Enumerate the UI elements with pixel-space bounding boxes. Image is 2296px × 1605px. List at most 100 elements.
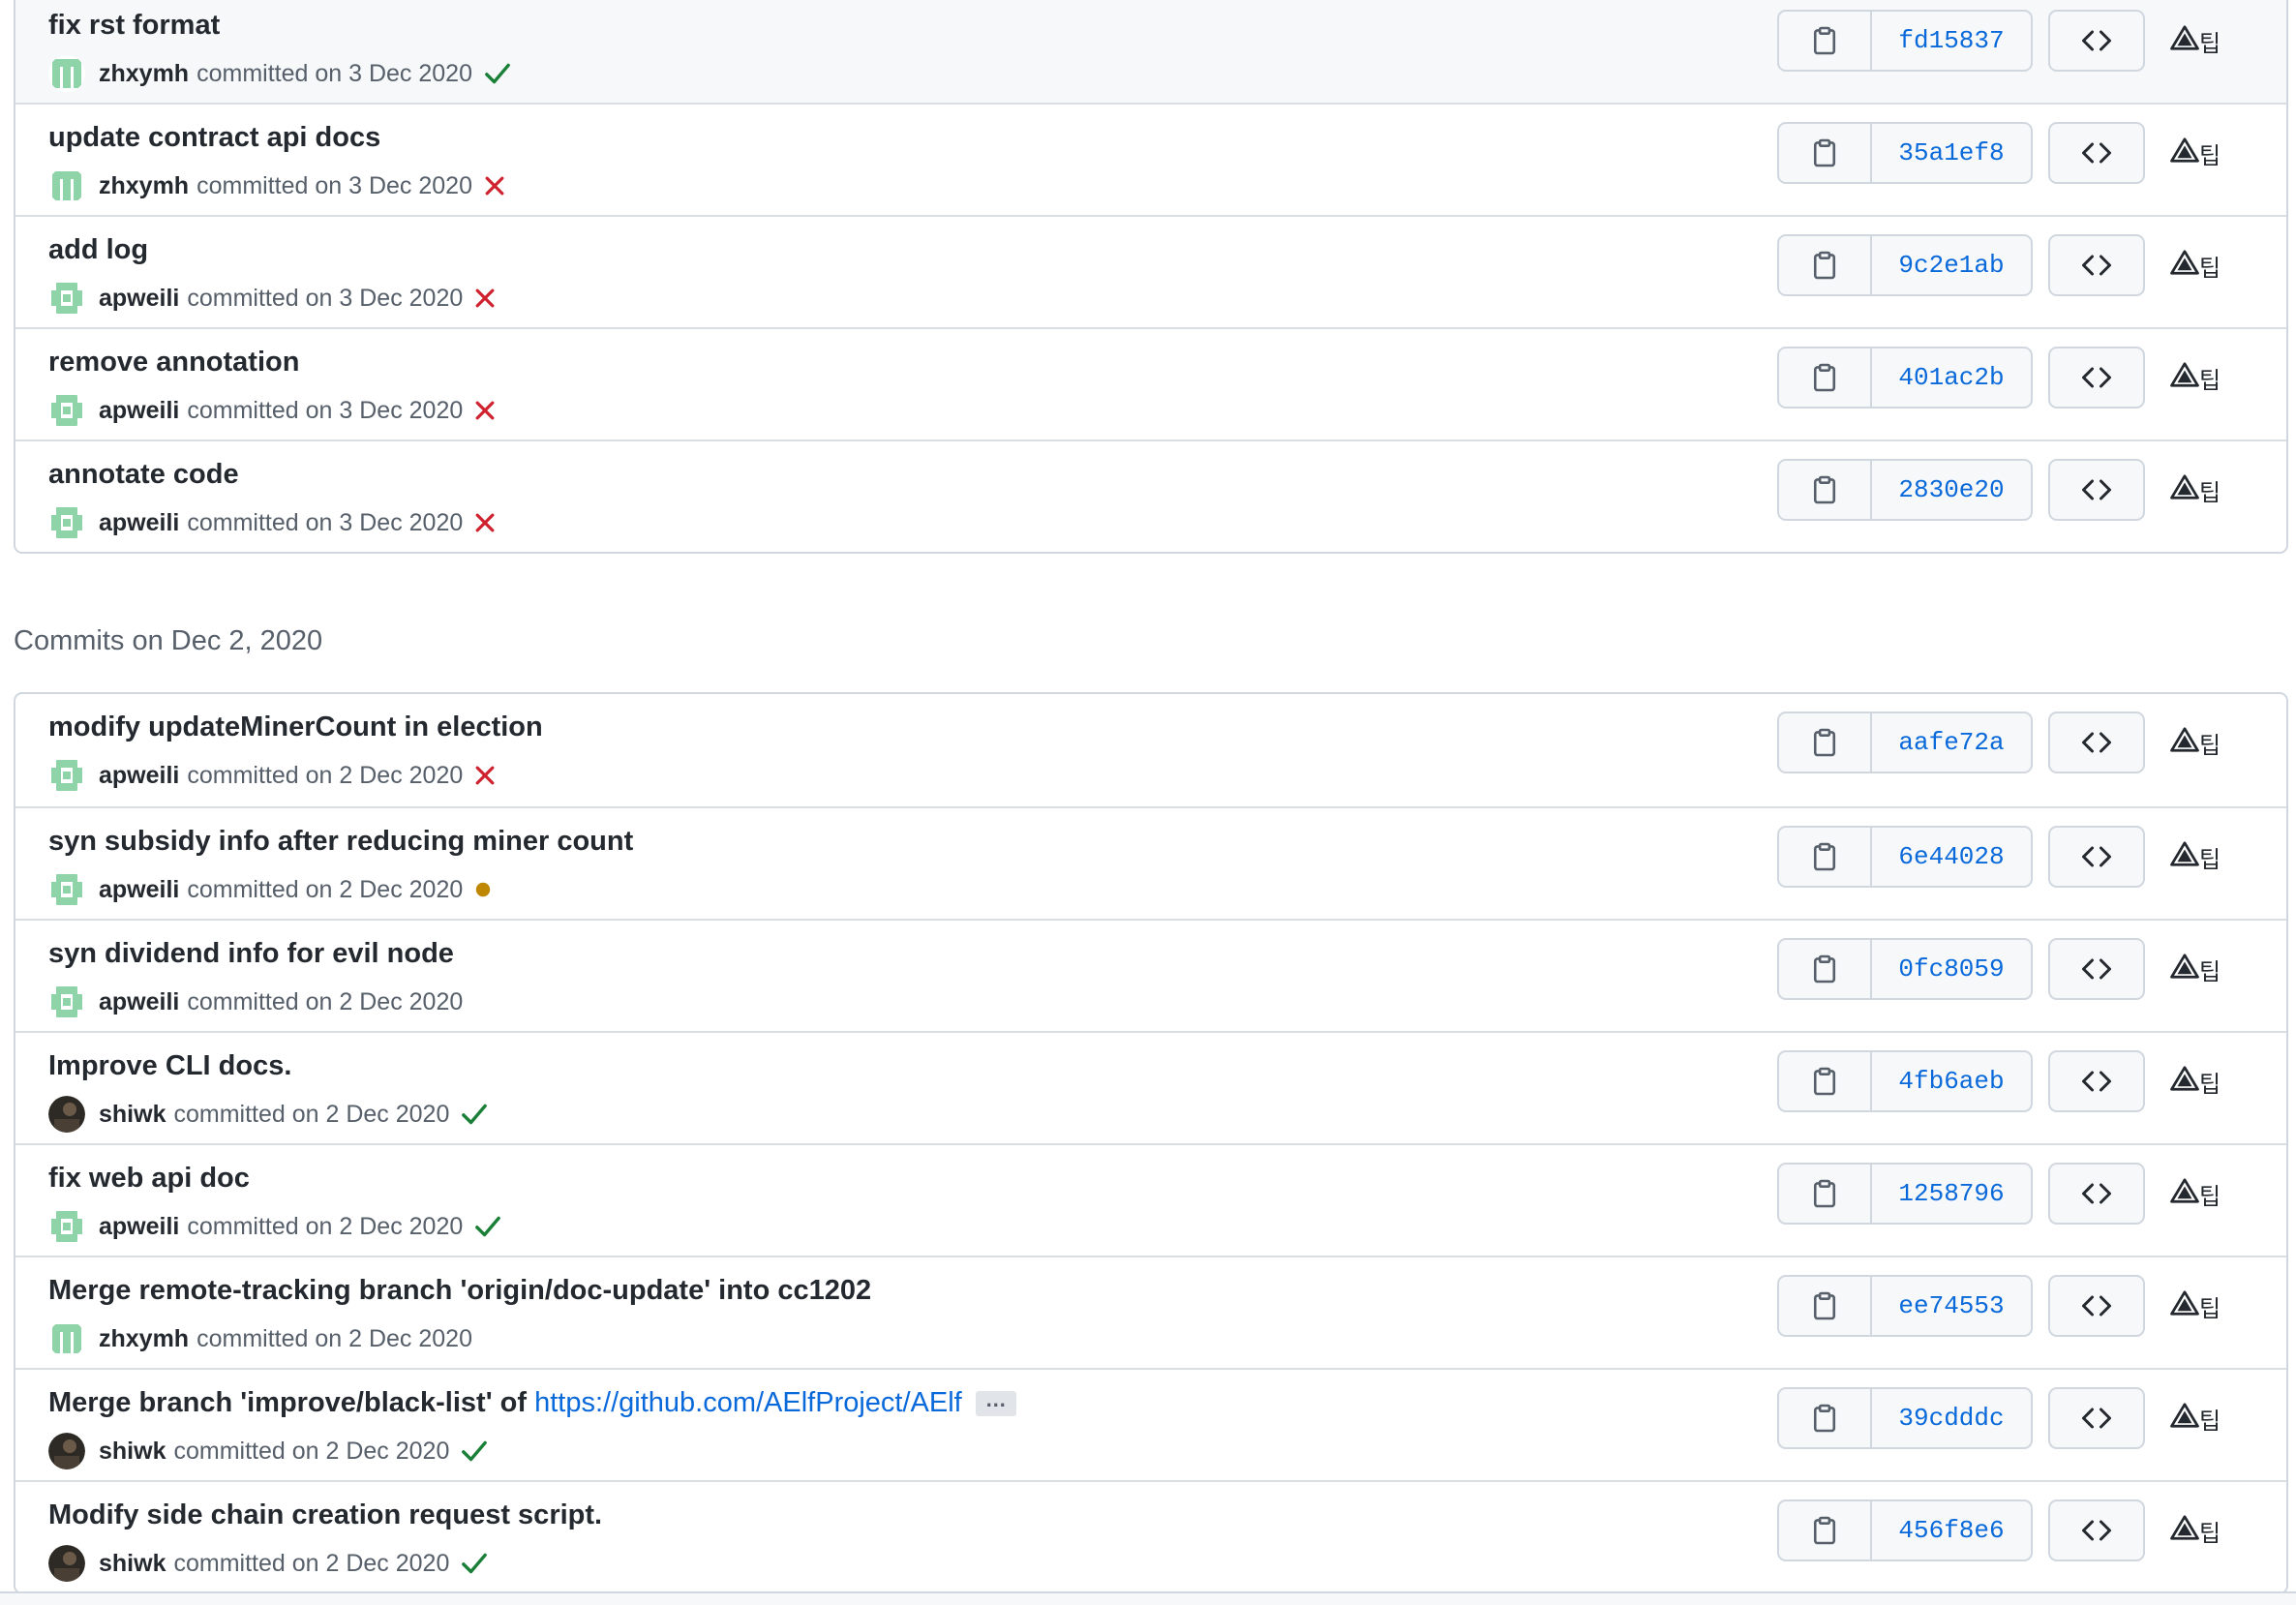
dot-icon[interactable] [474, 881, 492, 898]
check-icon[interactable] [484, 62, 511, 85]
extension-button[interactable]: 팁 [2157, 1163, 2234, 1225]
extension-button[interactable]: 팁 [2157, 1275, 2234, 1337]
x-icon[interactable] [474, 288, 496, 309]
avatar[interactable] [48, 757, 85, 794]
x-icon[interactable] [474, 765, 496, 786]
commit-message-link[interactable]: modify updateMinerCount in election [48, 712, 543, 742]
commit-sha-button[interactable]: 9c2e1ab [1872, 236, 2031, 294]
clipboard-icon[interactable] [1779, 828, 1872, 886]
commit-author[interactable]: zhxymh [99, 172, 189, 200]
clipboard-icon[interactable] [1779, 1277, 1872, 1335]
clipboard-icon[interactable] [1779, 12, 1872, 70]
code-icon[interactable] [2048, 1387, 2145, 1449]
issue-link[interactable]: https://github.com/AElfProject/AElf [534, 1387, 962, 1418]
avatar[interactable] [48, 984, 85, 1020]
commit-message-link[interactable]: syn dividend info for evil node [48, 938, 454, 969]
avatar[interactable] [48, 55, 85, 92]
x-icon[interactable] [484, 175, 505, 197]
extension-button[interactable]: 팁 [2157, 1387, 2234, 1449]
clipboard-icon[interactable] [1779, 940, 1872, 998]
expand-message-button[interactable]: … [975, 1389, 1016, 1417]
extension-button[interactable]: 팁 [2157, 347, 2234, 409]
code-icon[interactable] [2048, 712, 2145, 773]
commit-sha-button[interactable]: 456f8e6 [1872, 1501, 2031, 1560]
check-icon[interactable] [474, 1215, 501, 1238]
commit-author[interactable]: shiwk [99, 1550, 166, 1578]
avatar[interactable] [48, 1096, 85, 1133]
commit-sha-button[interactable]: 401ac2b [1872, 348, 2031, 407]
commit-author[interactable]: apweili [99, 762, 179, 790]
commit-message-link[interactable]: Merge remote-tracking branch 'origin/doc… [48, 1275, 871, 1306]
commit-author[interactable]: apweili [99, 509, 179, 537]
commit-sha-button[interactable]: fd15837 [1872, 12, 2031, 70]
clipboard-icon[interactable] [1779, 1052, 1872, 1110]
code-icon[interactable] [2048, 938, 2145, 1000]
extension-button[interactable]: 팁 [2157, 459, 2234, 521]
check-icon[interactable] [461, 1552, 488, 1575]
check-icon[interactable] [461, 1439, 488, 1463]
avatar[interactable] [48, 871, 85, 908]
commit-author[interactable]: apweili [99, 876, 179, 904]
x-icon[interactable] [474, 512, 496, 533]
code-icon[interactable] [2048, 1163, 2145, 1225]
commit-author[interactable]: shiwk [99, 1438, 166, 1466]
commit-sha-button[interactable]: 2830e20 [1872, 461, 2031, 519]
commit-sha-button[interactable]: aafe72a [1872, 713, 2031, 772]
commit-message-link[interactable]: Improve CLI docs. [48, 1050, 291, 1081]
check-icon[interactable] [461, 1103, 488, 1126]
commit-sha-button[interactable]: 6e44028 [1872, 828, 2031, 886]
commit-author[interactable]: apweili [99, 988, 179, 1016]
clipboard-icon[interactable] [1779, 713, 1872, 772]
extension-button[interactable]: 팁 [2157, 1499, 2234, 1561]
extension-button[interactable]: 팁 [2157, 826, 2234, 888]
clipboard-icon[interactable] [1779, 124, 1872, 182]
code-icon[interactable] [2048, 10, 2145, 72]
clipboard-icon[interactable] [1779, 461, 1872, 519]
commit-sha-button[interactable]: 35a1ef8 [1872, 124, 2031, 182]
avatar[interactable] [48, 280, 85, 317]
clipboard-icon[interactable] [1779, 1389, 1872, 1447]
avatar[interactable] [48, 1545, 85, 1582]
commit-message-link[interactable]: annotate code [48, 459, 239, 490]
code-icon[interactable] [2048, 1050, 2145, 1112]
clipboard-icon[interactable] [1779, 348, 1872, 407]
code-icon[interactable] [2048, 122, 2145, 184]
commit-sha-button[interactable]: 4fb6aeb [1872, 1052, 2031, 1110]
commit-message-link[interactable]: remove annotation [48, 347, 299, 378]
commit-author[interactable]: zhxymh [99, 60, 189, 88]
extension-button[interactable]: 팁 [2157, 10, 2234, 72]
commit-author[interactable]: apweili [99, 397, 179, 425]
clipboard-icon[interactable] [1779, 1501, 1872, 1560]
commit-author[interactable]: shiwk [99, 1101, 166, 1129]
avatar[interactable] [48, 1208, 85, 1245]
extension-button[interactable]: 팁 [2157, 122, 2234, 184]
commit-author[interactable]: apweili [99, 1213, 179, 1241]
commit-message-link[interactable]: update contract api docs [48, 122, 380, 153]
code-icon[interactable] [2048, 1499, 2145, 1561]
commit-author[interactable]: zhxymh [99, 1325, 189, 1353]
avatar[interactable] [48, 392, 85, 429]
commit-message-link[interactable]: Modify side chain creation request scrip… [48, 1499, 602, 1530]
extension-button[interactable]: 팁 [2157, 712, 2234, 773]
clipboard-icon[interactable] [1779, 236, 1872, 294]
commit-author[interactable]: apweili [99, 285, 179, 313]
code-icon[interactable] [2048, 826, 2145, 888]
extension-button[interactable]: 팁 [2157, 938, 2234, 1000]
avatar[interactable] [48, 1320, 85, 1357]
commit-message-link[interactable]: add log [48, 234, 148, 265]
extension-button[interactable]: 팁 [2157, 234, 2234, 296]
commit-sha-button[interactable]: 39cdddc [1872, 1389, 2031, 1447]
commit-message-link[interactable]: syn subsidy info after reducing miner co… [48, 826, 633, 857]
code-icon[interactable] [2048, 1275, 2145, 1337]
avatar[interactable] [48, 504, 85, 541]
clipboard-icon[interactable] [1779, 1165, 1872, 1223]
commit-message-link[interactable]: Merge branch 'improve/black-list' of [48, 1387, 534, 1418]
avatar[interactable] [48, 1433, 85, 1469]
code-icon[interactable] [2048, 459, 2145, 521]
commit-sha-button[interactable]: ee74553 [1872, 1277, 2031, 1335]
x-icon[interactable] [474, 400, 496, 421]
commit-message-link[interactable]: fix web api doc [48, 1163, 250, 1194]
avatar[interactable] [48, 167, 85, 204]
commit-message-link[interactable]: fix rst format [48, 10, 220, 41]
code-icon[interactable] [2048, 347, 2145, 409]
